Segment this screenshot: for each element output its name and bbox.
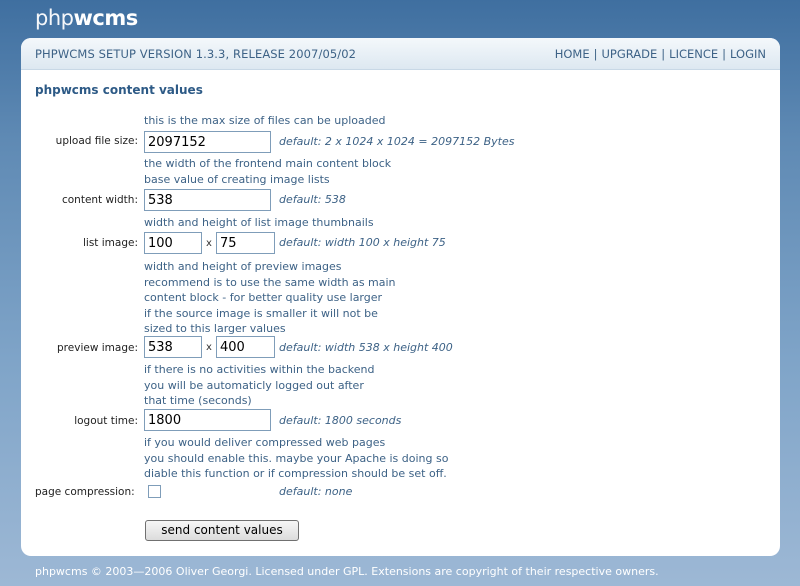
upload-default: default: 2 x 1024 x 1024 = 2097152 Bytes — [279, 135, 515, 148]
help-line: width and height of list image thumbnail… — [144, 216, 374, 229]
content-width-label: content width: — [61, 194, 138, 206]
nav-licence-link[interactable]: LICENCE — [669, 47, 718, 61]
setup-panel: PHPWCMS SETUP VERSION 1.3.3, RELEASE 200… — [21, 38, 780, 556]
upload-help: this is the max size of files can be upl… — [144, 113, 385, 129]
header-bar: PHPWCMS SETUP VERSION 1.3.3, RELEASE 200… — [21, 38, 780, 70]
nav-home-link[interactable]: HOME — [555, 47, 590, 61]
logo-wcms: wcms — [73, 6, 138, 30]
help-line: recommend is to use the same width as ma… — [144, 275, 396, 289]
upload-size-input[interactable] — [144, 131, 271, 153]
nav-separator: | — [593, 46, 598, 61]
help-line: if you would deliver compressed web page… — [144, 436, 386, 449]
compression-help: if you would deliver compressed web page… — [144, 435, 448, 482]
preview-image-label: preview image: — [57, 342, 138, 354]
logout-time-input[interactable] — [144, 409, 271, 431]
preview-image-help: width and height of preview images recom… — [144, 259, 396, 337]
help-line: this is the max size of files can be upl… — [144, 114, 386, 127]
help-line: width and height of preview images — [144, 260, 342, 273]
times-symbol: x — [206, 342, 212, 353]
help-line: the width of the frontend main content b… — [144, 157, 392, 170]
content-width-input[interactable] — [144, 189, 271, 211]
logout-help: if there is no activities within the bac… — [144, 362, 374, 409]
upload-label: upload file size: — [55, 135, 138, 147]
logo-php: php — [35, 6, 74, 30]
list-image-label: list image: — [82, 237, 138, 249]
help-line: base value of creating image lists — [144, 172, 330, 186]
logout-default: default: 1800 seconds — [279, 414, 402, 427]
preview-image-height-input[interactable] — [216, 336, 275, 358]
logout-label: logout time: — [74, 415, 138, 427]
list-image-help: width and height of list image thumbnail… — [144, 215, 374, 231]
list-image-height-input[interactable] — [216, 232, 275, 254]
send-content-values-button[interactable]: send content values — [145, 520, 299, 541]
app-logo: phpwcms — [35, 6, 138, 30]
preview-image-default: default: width 538 x height 400 — [279, 341, 453, 354]
footer-text: phpwcms © 2003—2006 Oliver Georgi. Licen… — [35, 565, 659, 578]
version-text: PHPWCMS SETUP VERSION 1.3.3, RELEASE 200… — [35, 46, 357, 61]
content-width-default: default: 538 — [279, 193, 346, 206]
compression-checkbox[interactable] — [148, 485, 161, 498]
compression-default: default: none — [279, 485, 353, 498]
list-image-default: default: width 100 x height 75 — [279, 236, 446, 249]
header-nav: HOME | UPGRADE | LICENCE | LOGIN — [555, 47, 766, 61]
help-line: if there is no activities within the bac… — [144, 363, 375, 376]
nav-separator: | — [722, 46, 727, 61]
nav-login-link[interactable]: LOGIN — [730, 47, 766, 61]
nav-upgrade-link[interactable]: UPGRADE — [602, 47, 658, 61]
help-line: sized to this larger values — [144, 322, 286, 335]
help-line: you will be automaticly logged out after — [144, 378, 364, 392]
help-line: diable this function or if compression s… — [144, 467, 447, 480]
list-image-width-input[interactable] — [144, 232, 202, 254]
page-title: phpwcms content values — [35, 83, 203, 97]
help-line: if the source image is smaller it will n… — [144, 306, 378, 320]
preview-image-width-input[interactable] — [144, 336, 202, 358]
nav-separator: | — [661, 46, 666, 61]
times-symbol: x — [206, 238, 212, 249]
compression-label: page compression: — [35, 486, 135, 498]
help-line: you should enable this. maybe your Apach… — [144, 451, 449, 465]
content-width-help: the width of the frontend main content b… — [144, 156, 391, 187]
help-line: that time (seconds) — [144, 394, 252, 407]
help-line: content block - for better quality use l… — [144, 291, 383, 304]
